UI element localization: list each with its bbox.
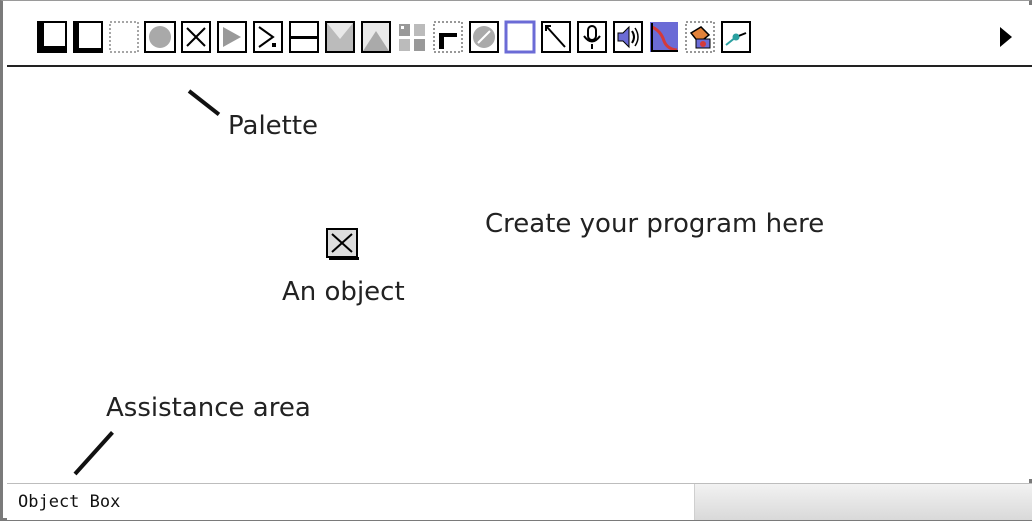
canvas-message: Create your program here bbox=[485, 209, 825, 239]
blank-rect-tool-icon[interactable] bbox=[503, 19, 537, 55]
line-tool-icon[interactable] bbox=[287, 19, 321, 55]
graph-icon[interactable] bbox=[647, 19, 681, 55]
palette-pointer-line bbox=[187, 89, 221, 116]
status-text: Object Box bbox=[18, 492, 121, 512]
triangle-tool-icon[interactable] bbox=[215, 19, 249, 55]
scroll-field-tool-icon[interactable] bbox=[71, 19, 105, 55]
assistance-annotation: Assistance area bbox=[106, 393, 311, 423]
shape-down-tool-icon[interactable] bbox=[323, 19, 357, 55]
paint-bucket-icon[interactable] bbox=[683, 19, 717, 55]
field-tool-icon[interactable] bbox=[35, 19, 69, 55]
assistance-pointer-line bbox=[73, 431, 114, 476]
palette-tools bbox=[35, 19, 755, 59]
triangle-dot-tool-icon[interactable] bbox=[251, 19, 285, 55]
status-bar-fill bbox=[695, 484, 1032, 520]
object-label: An object bbox=[282, 277, 405, 307]
app-window: Palette Create your program here An obje… bbox=[0, 0, 1032, 521]
object-x-icon[interactable] bbox=[325, 227, 359, 260]
palette-annotation: Palette bbox=[228, 111, 319, 141]
card-tool-icon[interactable] bbox=[431, 19, 465, 55]
assistance-area: Object Box bbox=[7, 483, 1032, 520]
x-button-tool-icon[interactable] bbox=[179, 19, 213, 55]
program-canvas[interactable]: Palette Create your program here An obje… bbox=[7, 67, 1032, 479]
circle-tool-icon[interactable] bbox=[143, 19, 177, 55]
tool-palette bbox=[7, 5, 1032, 67]
disc-tool-icon[interactable] bbox=[467, 19, 501, 55]
more-arrow-icon[interactable] bbox=[1000, 27, 1012, 47]
pen-tool-icon[interactable] bbox=[719, 19, 753, 55]
diagonal-tool-icon[interactable] bbox=[539, 19, 573, 55]
speaker-icon[interactable] bbox=[611, 19, 645, 55]
microphone-icon[interactable] bbox=[575, 19, 609, 55]
status-field: Object Box bbox=[7, 484, 695, 520]
shape-up-tool-icon[interactable] bbox=[359, 19, 393, 55]
grid-tool-icon[interactable] bbox=[395, 19, 429, 55]
rectangle-tool-icon[interactable] bbox=[107, 19, 141, 55]
